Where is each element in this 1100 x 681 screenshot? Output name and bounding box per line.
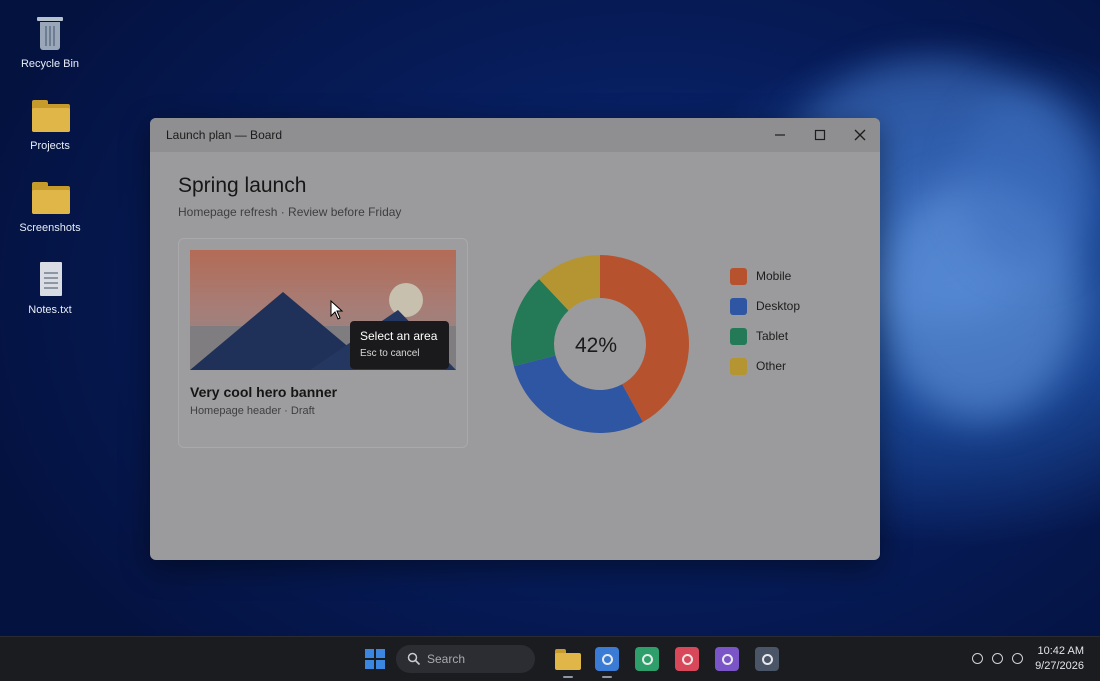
mouse-cursor-icon [330,300,344,320]
app-green-icon[interactable] [635,647,659,671]
desktop-icon-projects[interactable]: Projects [15,96,85,152]
folder-icon [30,178,70,218]
tray-icon[interactable] [1012,653,1023,664]
device-share-donut-chart: 42% [511,255,689,433]
wallpaper-glow [960,90,1100,270]
maximize-button[interactable] [800,118,840,152]
desktop-icon-label: Notes.txt [28,304,72,316]
donut-slice-desktop [513,355,643,433]
app-red-icon[interactable] [675,647,699,671]
legend-swatch [730,358,747,375]
running-indicator [563,676,573,678]
start-icon[interactable] [365,649,385,669]
app-blue-icon[interactable] [595,647,619,671]
clock-time: 10:42 AM [1037,645,1084,657]
tooltip-hint: Esc to cancel [360,348,420,359]
maximize-icon [814,129,826,141]
window-titlebar[interactable]: Launch plan — Board [150,118,880,152]
desktop-icon-label: Recycle Bin [20,58,80,70]
card-subtitle: Homepage header · Draft [190,405,315,417]
tray-icon[interactable] [992,653,1003,664]
text-file-icon [30,260,70,300]
desktop-icon-recycle-bin[interactable]: Recycle Bin [15,14,85,70]
legend-swatch [730,328,747,345]
desktop-icon-screenshots[interactable]: Screenshots [15,178,85,234]
selection-tooltip: Select an area Esc to cancel [350,321,449,369]
window-title: Launch plan — Board [166,128,283,142]
page-subtitle: Homepage refresh · Review before Friday [178,205,402,219]
minimize-button[interactable] [760,118,800,152]
app-purple-icon[interactable] [715,647,739,671]
close-button[interactable] [840,118,880,152]
legend-label: Desktop [756,299,801,313]
taskbar-clock[interactable]: 10:42 AM 9/27/2026 [1035,644,1084,674]
tray-icon[interactable] [972,653,983,664]
tooltip-title: Select an area [360,329,438,343]
desktop-icon-notes[interactable]: Notes.txt [15,260,85,316]
file-explorer-icon[interactable] [555,647,581,671]
folder-icon [30,96,70,136]
search-icon [407,652,421,666]
taskbar-search[interactable]: Search [396,645,535,673]
desktop-icon-label: Projects [30,140,70,152]
legend-swatch [730,298,747,315]
legend-swatch [730,268,747,285]
recycle-bin-icon [30,14,70,54]
app-window: Launch plan — Board Spring launch Homepa… [150,118,880,560]
donut-center-label: 42% [575,334,617,357]
minimize-icon [775,134,785,136]
desktop-icon-label: Screenshots [19,222,81,234]
card-title: Very cool hero banner [190,384,338,400]
legend-label: Other [756,359,787,373]
page-title: Spring launch [178,174,307,197]
search-placeholder: Search [427,652,466,666]
app-slate-icon[interactable] [755,647,779,671]
taskbar: Search 10:42 AM 9/27/2026 [0,636,1100,681]
legend-label: Tablet [756,329,789,343]
clock-date: 9/27/2026 [1035,660,1084,672]
legend-label: Mobile [756,269,792,283]
running-indicator [602,676,612,678]
close-icon [854,129,866,141]
